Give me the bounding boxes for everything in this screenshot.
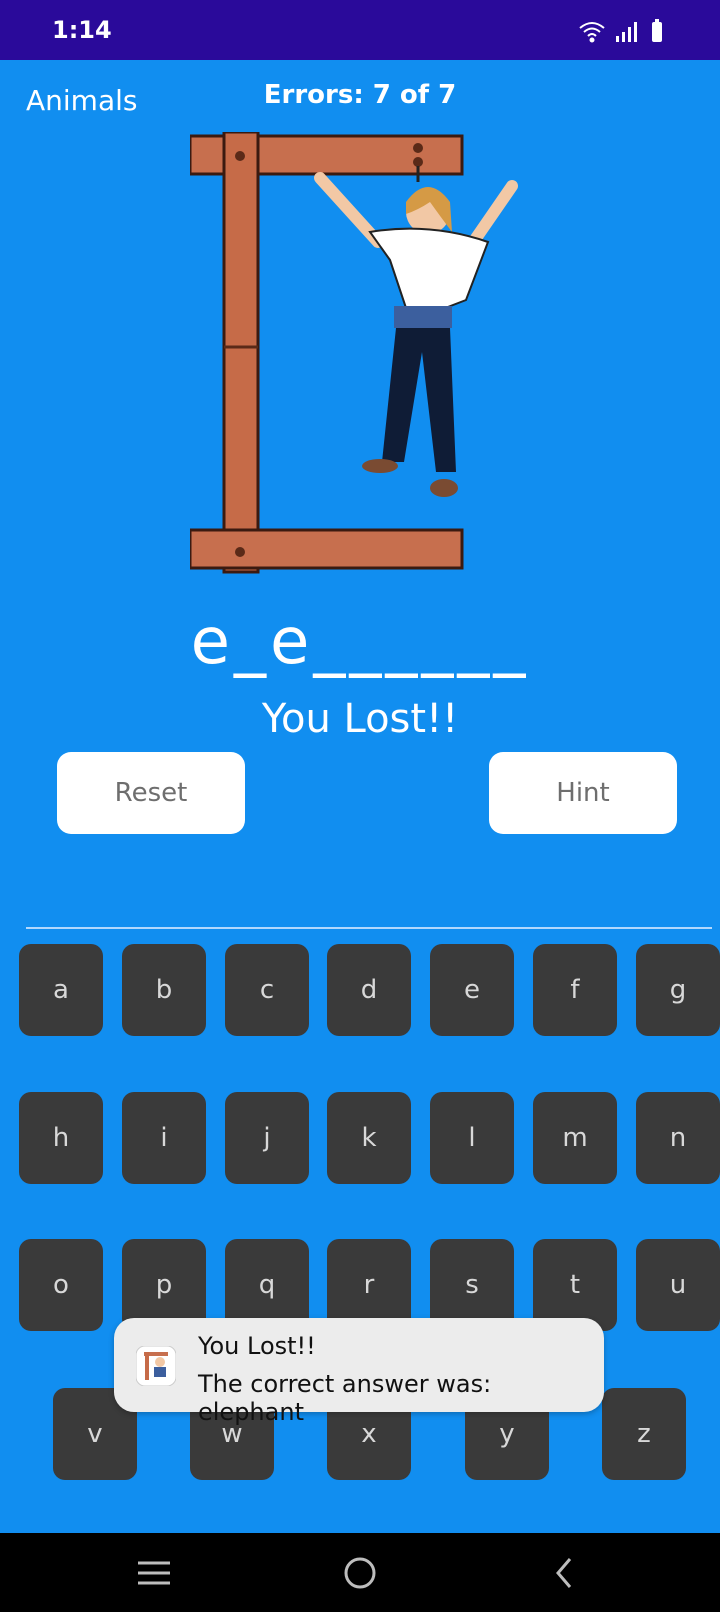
word-display: e_e______ xyxy=(190,605,530,679)
status-time: 1:14 xyxy=(52,16,112,44)
key-n[interactable]: n xyxy=(636,1092,720,1184)
man-figure xyxy=(314,166,518,497)
hangman-illustration xyxy=(188,130,540,592)
key-k[interactable]: k xyxy=(327,1092,411,1184)
key-l[interactable]: l xyxy=(430,1092,514,1184)
key-b[interactable]: b xyxy=(122,944,206,1036)
key-j[interactable]: j xyxy=(225,1092,309,1184)
battery-icon xyxy=(652,19,662,42)
reset-button[interactable]: Reset xyxy=(57,752,245,834)
toast-title: You Lost!! xyxy=(198,1332,316,1360)
key-z[interactable]: z xyxy=(602,1388,686,1480)
key-a[interactable]: a xyxy=(19,944,103,1036)
hint-button[interactable]: Hint xyxy=(489,752,677,834)
errors-counter: Errors: 7 of 7 xyxy=(263,80,457,110)
key-u[interactable]: u xyxy=(636,1239,720,1331)
status-icons xyxy=(578,18,668,44)
app-icon xyxy=(135,1345,177,1387)
menu-icon[interactable] xyxy=(132,1551,176,1595)
key-c[interactable]: c xyxy=(225,944,309,1036)
key-h[interactable]: h xyxy=(19,1092,103,1184)
status-bar: 1:14 xyxy=(0,0,720,60)
key-m[interactable]: m xyxy=(533,1092,617,1184)
key-i[interactable]: i xyxy=(122,1092,206,1184)
toast-body: The correct answer was: elephant xyxy=(198,1370,492,1426)
navigation-bar xyxy=(0,1533,720,1612)
key-f[interactable]: f xyxy=(533,944,617,1036)
wifi-icon xyxy=(579,22,605,43)
result-text: You Lost!! xyxy=(261,696,459,742)
key-e[interactable]: e xyxy=(430,944,514,1036)
key-g[interactable]: g xyxy=(636,944,720,1036)
back-icon[interactable] xyxy=(544,1551,588,1595)
signal-icon xyxy=(616,22,637,42)
key-d[interactable]: d xyxy=(327,944,411,1036)
home-icon[interactable] xyxy=(338,1551,382,1595)
toast-message: You Lost!! The correct answer was: eleph… xyxy=(114,1318,604,1426)
divider xyxy=(26,927,712,929)
key-o[interactable]: o xyxy=(19,1239,103,1331)
